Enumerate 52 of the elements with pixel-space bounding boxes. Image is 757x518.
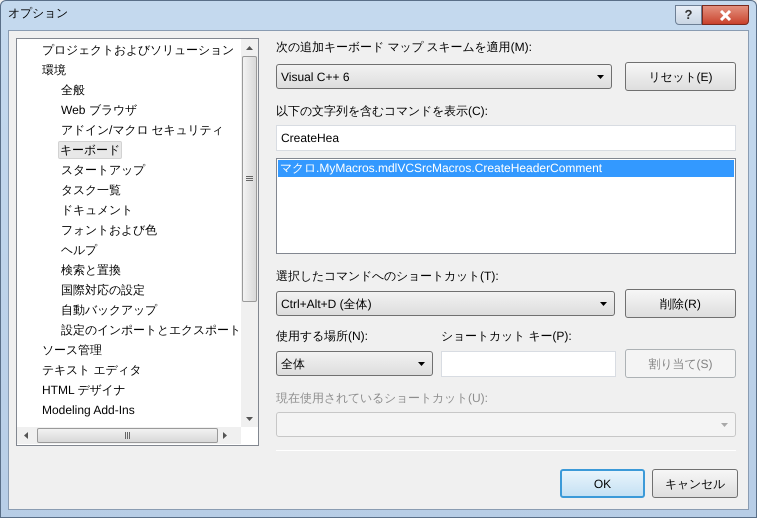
grip-icon [124, 432, 130, 439]
scroll-thumb[interactable] [37, 428, 218, 443]
remove-button[interactable]: 削除(R) [625, 289, 736, 318]
tree-item[interactable]: 環境 [41, 62, 67, 78]
ok-button[interactable]: OK [560, 469, 645, 498]
scroll-up-icon [246, 46, 253, 50]
horizontal-scrollbar[interactable] [17, 427, 241, 444]
dropdown[interactable]: 全体 [276, 351, 433, 376]
dropdown[interactable]: Ctrl+Alt+D (全体) [276, 291, 615, 316]
field-label: 次の追加キーボード マップ スキームを適用(M): [276, 39, 533, 55]
cancel-button[interactable]: キャンセル [652, 469, 738, 498]
tree-item[interactable]: 自動バックアップ [60, 302, 158, 318]
tree-item[interactable]: ヘルプ [60, 242, 98, 258]
help-button[interactable]: ? [675, 5, 702, 25]
tree-item[interactable]: 国際対応の設定 [60, 282, 146, 298]
close-button[interactable] [702, 5, 749, 25]
field-label: 以下の文字列を含むコマンドを表示(C): [276, 103, 489, 119]
tree-item[interactable]: 全般 [60, 82, 86, 98]
tree-item[interactable]: スタートアップ [60, 162, 146, 178]
dropdown-arrow-icon [418, 362, 425, 366]
field-label: 選択したコマンドへのショートカット(T): [276, 268, 500, 284]
dropdown-arrow-icon [600, 302, 607, 306]
scroll-left-icon [24, 432, 28, 439]
vertical-scrollbar[interactable] [241, 39, 258, 427]
search-field[interactable]: CreateHea [276, 125, 736, 151]
field-label: ショートカット キー(P): [441, 328, 572, 344]
tree-item[interactable]: ソース管理 [41, 342, 103, 358]
tree-item[interactable]: Modeling Add-Ins [41, 402, 136, 418]
tree-item[interactable]: テキスト エディタ [41, 362, 142, 378]
tree-item[interactable]: プロジェクトおよびソリューション [41, 42, 235, 58]
dropdown-arrow-icon [597, 74, 604, 78]
scroll-down-icon [246, 417, 253, 421]
tree-item[interactable]: アドイン/マクロ セキュリティ [60, 122, 225, 138]
tree-item[interactable]: 設定のインポートとエクスポート [60, 322, 241, 338]
window-title: オプション [8, 5, 68, 21]
tree-item[interactable]: HTML デザイナ [41, 382, 127, 398]
tree-item[interactable]: 検索と置換 [60, 262, 122, 278]
dropdown-arrow-icon [721, 422, 728, 426]
field-label: 現在使用されているショートカット(U): [276, 390, 489, 406]
tree-item[interactable]: キーボード [58, 141, 122, 159]
tree-item[interactable]: フォントおよび色 [60, 222, 158, 238]
field-label: 使用する場所(N): [276, 328, 369, 344]
scroll-thumb[interactable] [242, 56, 257, 302]
close-icon [719, 10, 732, 20]
grip-icon [246, 176, 253, 182]
dropdown[interactable]: Visual C++ 6 [276, 64, 612, 89]
tree-item[interactable]: Web ブラウザ [60, 102, 138, 118]
shortcut-key-field[interactable] [441, 350, 616, 376]
scroll-right-icon [223, 432, 227, 439]
tree-item[interactable]: ドキュメント [60, 202, 134, 218]
reset-button[interactable]: リセット(E) [625, 62, 736, 91]
tree-item[interactable]: タスク一覧 [60, 182, 122, 198]
